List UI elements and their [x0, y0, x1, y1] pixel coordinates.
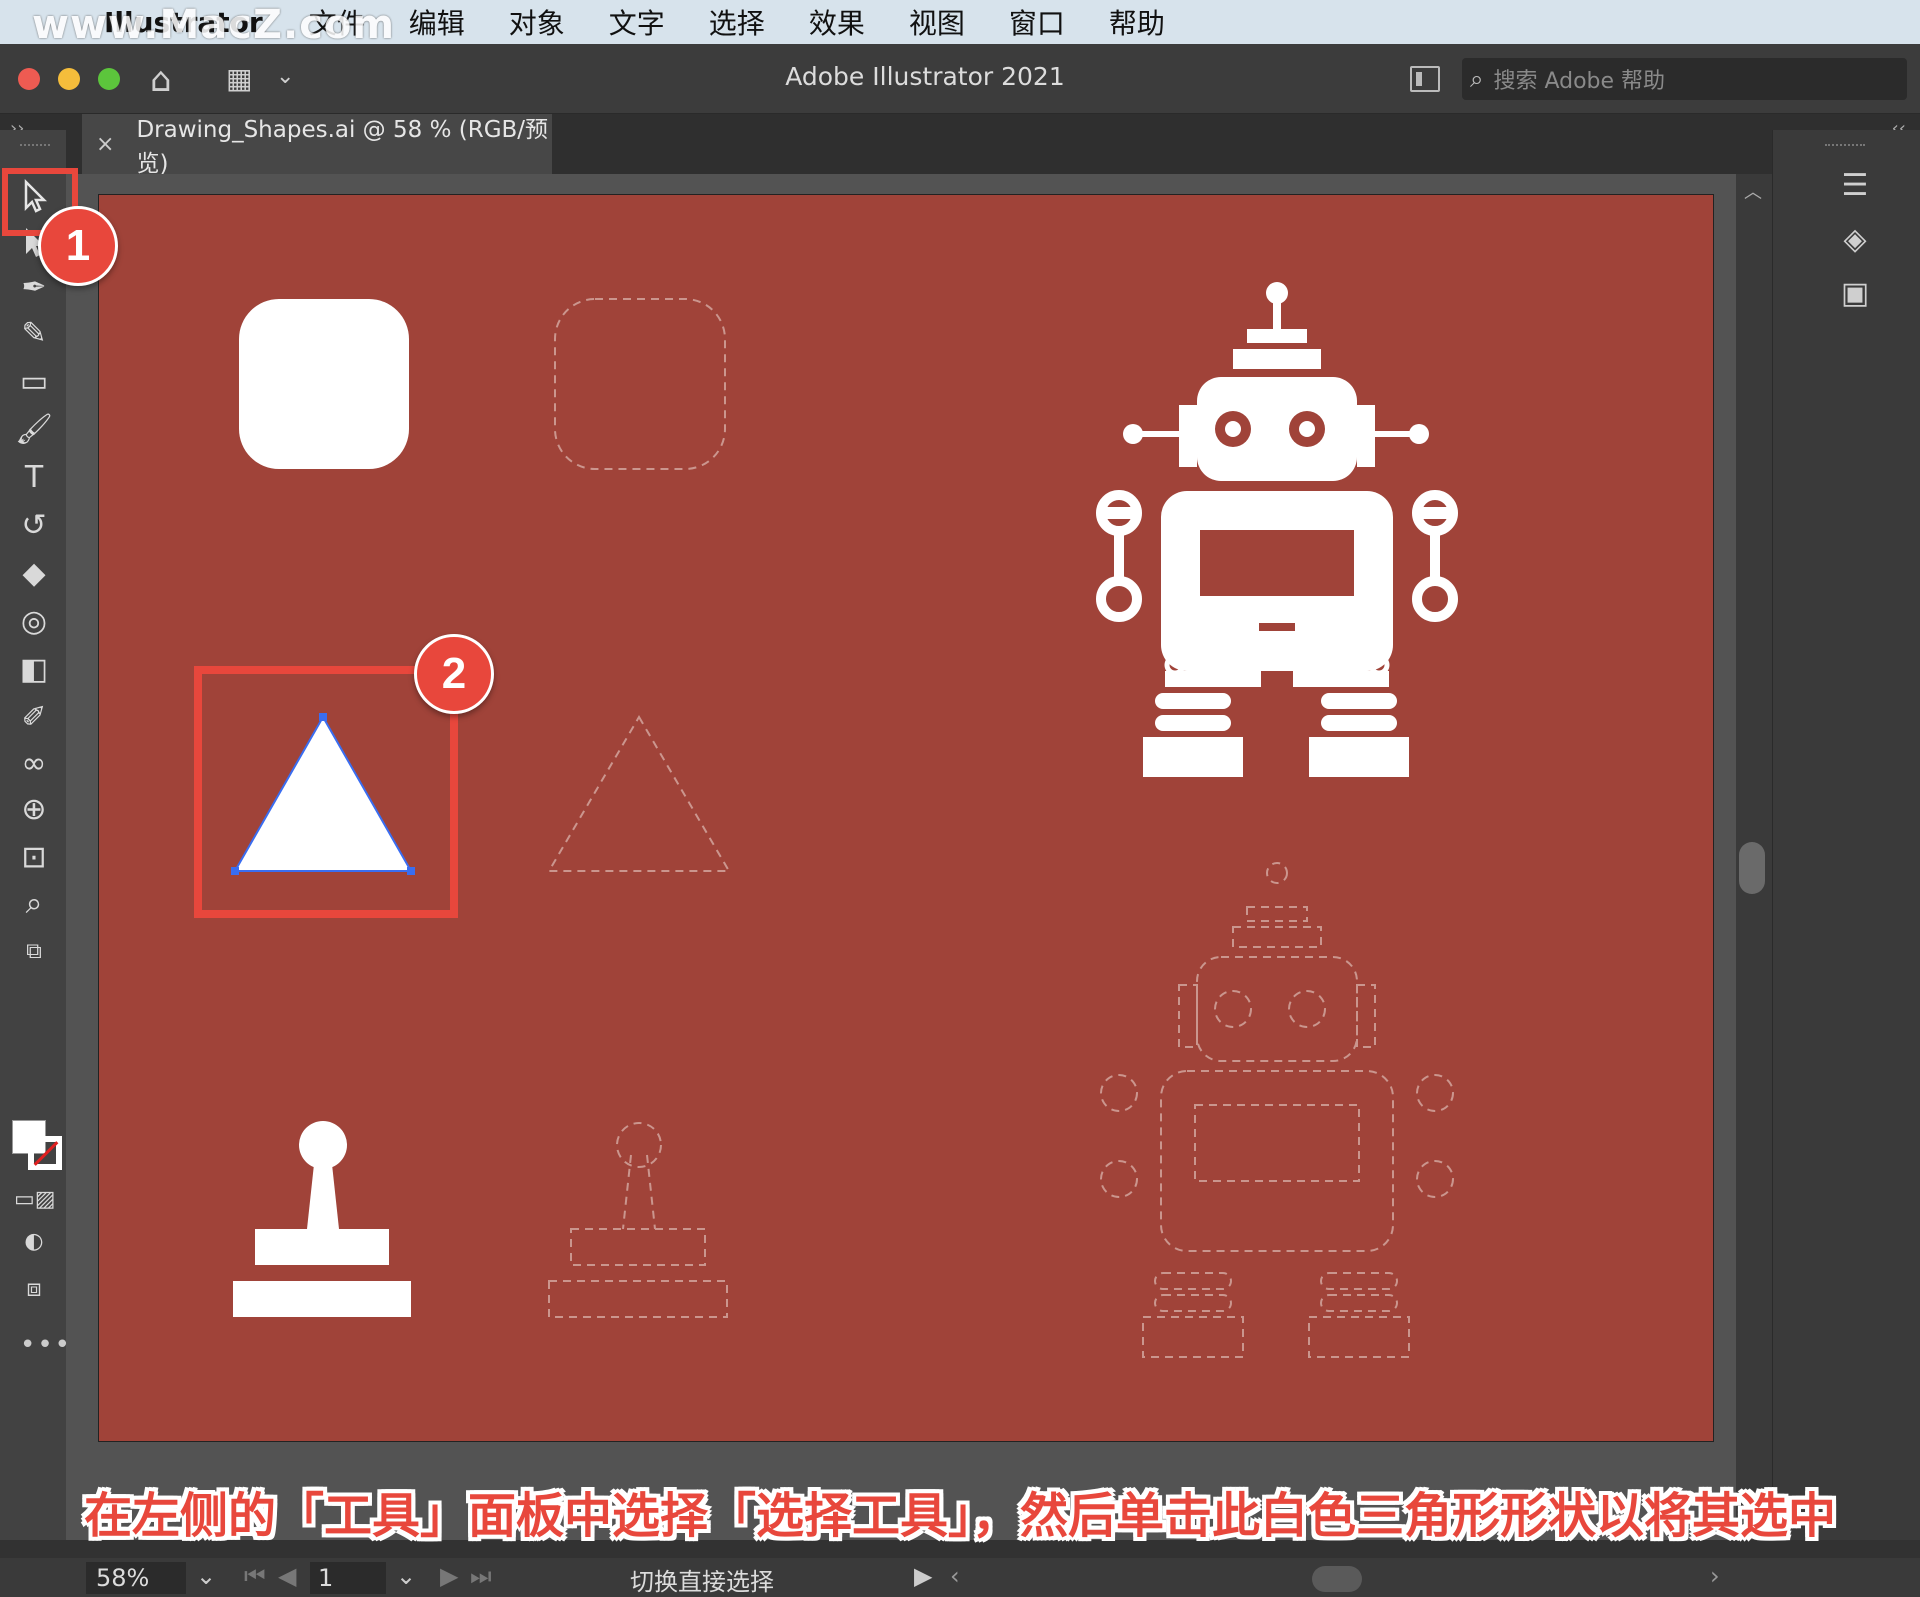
status-text: 切换直接选择 — [630, 1568, 774, 1596]
chevron-down-icon[interactable]: ⌄ — [276, 64, 294, 89]
type-tool-icon[interactable]: T — [14, 458, 54, 498]
shape-builder-tool-icon[interactable]: ⊕ — [14, 790, 54, 830]
stroke-swatch[interactable] — [28, 1136, 62, 1170]
blend-tool-icon[interactable]: ∞ — [14, 744, 54, 784]
white-joystick — [233, 1121, 411, 1317]
dashed-joystick-guide — [548, 1122, 728, 1318]
dashed-triangle-guide — [547, 715, 731, 872]
step-2-badge: 2 — [414, 634, 494, 714]
panel-toggle-icon[interactable] — [1410, 66, 1440, 92]
document-tab[interactable]: × Drawing_Shapes.ai @ 58 % (RGB/预览) — [82, 114, 552, 177]
search-icon: ⌕ — [1470, 65, 1484, 93]
artboard-chevron-down-icon[interactable]: ⌄ — [396, 1562, 416, 1590]
close-window-button[interactable] — [18, 68, 40, 90]
watermark: www.MacZ.com — [32, 2, 396, 48]
layers-icon[interactable]: ◈ — [1837, 222, 1873, 258]
menu-window[interactable]: 窗口 — [1009, 2, 1065, 42]
workspace-layout-icon[interactable]: ▦ — [226, 62, 266, 96]
zoom-level-field[interactable]: 58% — [86, 1562, 186, 1594]
dashed-rounded-square-guide — [554, 298, 726, 470]
triangle-highlight-box — [194, 666, 458, 918]
zoom-window-button[interactable] — [98, 68, 120, 90]
help-search-placeholder: 搜索 Adobe 帮助 — [1493, 69, 1666, 94]
eyedropper-tool-icon[interactable]: ✐ — [14, 698, 54, 738]
properties-icon[interactable]: ☰ — [1837, 168, 1873, 204]
rectangle-tool-icon[interactable]: ▭ — [14, 362, 54, 402]
menu-effect[interactable]: 效果 — [809, 2, 865, 42]
lasso-tool-icon[interactable]: ◎ — [14, 602, 54, 642]
menu-help[interactable]: 帮助 — [1109, 2, 1165, 42]
dashed-robot-guide — [1100, 862, 1454, 1358]
window-title: Adobe Illustrator 2021 — [785, 62, 1065, 91]
tutorial-caption: 在左侧的「工具」面板中选择「选择工具」，然后单击此白色三角形形状以将其选中 — [83, 1488, 1836, 1544]
menu-object[interactable]: 对象 — [509, 2, 565, 42]
menu-select[interactable]: 选择 — [709, 2, 765, 42]
vertical-scroll-thumb[interactable] — [1739, 842, 1765, 894]
scroll-up-icon[interactable]: ︿ — [1744, 178, 1762, 204]
close-tab-icon[interactable]: × — [96, 132, 114, 157]
status-bar: 58% ⌄ ⏮ ◀ 1 ⌄ ▶ ⏭ 切换直接选择 ▶ ‹ › — [0, 1558, 1920, 1597]
home-icon[interactable]: ⌂ — [150, 60, 190, 100]
tools-panel: ✒ ✎ ▭ 🖌 T ↺ ◆ ◎ ◧ ✐ ∞ ⊕ ⊡ ⌕ ⧉ ▭▨ ◐ ⧈ ••• — [0, 130, 70, 1540]
document-tab-label: Drawing_Shapes.ai @ 58 % (RGB/预览) — [136, 117, 549, 177]
panel-grip[interactable] — [1825, 144, 1865, 150]
minimize-window-button[interactable] — [58, 68, 80, 90]
illustrator-window: { "menubar": { "watermark": "www.MacZ.co… — [0, 0, 1920, 1597]
right-panel-dock: ☰ ◈ ▣ — [1772, 130, 1920, 1540]
more-tools-icon[interactable]: ••• — [20, 1330, 72, 1360]
step-1-badge: 1 — [38, 206, 118, 286]
paintbrush-tool-icon[interactable]: 🖌 — [14, 410, 54, 450]
first-artboard-icon[interactable]: ⏮ — [244, 1562, 266, 1590]
artboard-number-field[interactable]: 1 — [310, 1562, 386, 1594]
previous-artboard-icon[interactable]: ◀ — [278, 1562, 296, 1590]
document-tab-bar: ›› × Drawing_Shapes.ai @ 58 % (RGB/预览) ‹… — [0, 114, 1920, 177]
horizontal-scroll-thumb[interactable] — [1312, 1566, 1362, 1592]
eraser-tool-icon[interactable]: ◆ — [14, 554, 54, 594]
color-mode-icon[interactable]: ▭▨ — [14, 1180, 56, 1220]
draw-mode-icon[interactable]: ◐ — [14, 1222, 54, 1262]
artboard-tool-icon[interactable]: ⊡ — [14, 838, 54, 878]
libraries-icon[interactable]: ▣ — [1837, 276, 1873, 312]
mac-menubar: Illustrator 文件 编辑 对象 文字 选择 效果 视图 窗口 帮助 w… — [0, 0, 1920, 48]
screen-mode-icon[interactable]: ⧈ — [14, 1268, 54, 1308]
next-artboard-icon[interactable]: ▶ — [440, 1562, 458, 1590]
pen-tool-icon[interactable]: ✒ — [14, 268, 54, 308]
menu-view[interactable]: 视图 — [909, 2, 965, 42]
last-artboard-icon[interactable]: ⏭ — [470, 1562, 492, 1590]
default-fill-stroke-icon[interactable]: ⧉ — [14, 932, 54, 972]
status-menu-arrow-icon[interactable]: ▶ — [914, 1562, 932, 1590]
scroll-right-icon[interactable]: › — [1710, 1562, 1720, 1590]
help-search-input[interactable]: ⌕ 搜索 Adobe 帮助 — [1462, 58, 1907, 100]
panel-grip[interactable] — [20, 144, 50, 150]
title-bar: ⌂ ▦ ⌄ Adobe Illustrator 2021 ⌕ 搜索 Adobe … — [0, 44, 1920, 114]
rotate-tool-icon[interactable]: ↺ — [14, 506, 54, 546]
zoom-tool-icon[interactable]: ⌕ — [14, 884, 54, 924]
menu-edit[interactable]: 编辑 — [409, 2, 465, 42]
scroll-left-icon[interactable]: ‹ — [950, 1562, 960, 1590]
white-rounded-square — [239, 299, 409, 469]
zoom-chevron-down-icon[interactable]: ⌄ — [196, 1562, 216, 1590]
gradient-tool-icon[interactable]: ◧ — [14, 650, 54, 690]
curvature-tool-icon[interactable]: ✎ — [14, 314, 54, 354]
menu-type[interactable]: 文字 — [609, 2, 665, 42]
